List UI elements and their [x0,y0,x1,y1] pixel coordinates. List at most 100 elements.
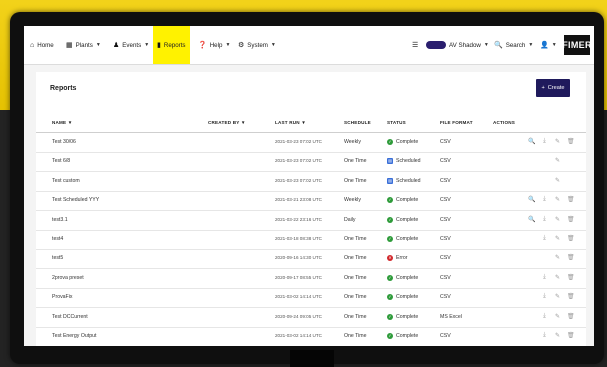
col-created-by[interactable]: CREATED BY ▼ [208,120,246,125]
download-icon[interactable]: ⤓ [541,138,548,145]
edit-icon[interactable]: ✎ [554,138,561,145]
nav-help[interactable]: ❓ Help ▼ [198,26,230,64]
file-format: CSV [440,158,451,165]
col-name[interactable]: NAME ▼ [52,120,73,125]
edit-icon[interactable]: ✎ [554,254,561,261]
status-badge: ▤ Scheduled [387,177,421,184]
download-icon[interactable]: ⤓ [541,235,548,242]
table-row[interactable]: Test custom 2021-03-23 07:02 UTC One Time ▤… [36,172,586,192]
table-row[interactable]: Test DCCurrent 2020-09-24 09:05 UTC One Ti… [36,308,586,328]
table-row[interactable]: Test 30/06 2021-03-23 07:02 UTC Weekly ✓ Com… [36,133,586,153]
table-row[interactable]: Test Scheduled YYY 2021-03-21 23:08 UTC We… [36,191,586,212]
nav-system[interactable]: ⚙ System ▼ [238,26,276,64]
edit-icon[interactable]: ✎ [554,177,561,184]
status-label: Error [396,255,408,262]
view-icon[interactable]: 🔍 [528,138,535,145]
view-icon[interactable]: 🔍 [528,216,535,223]
check-icon: ✓ [387,216,393,223]
edit-icon[interactable]: ✎ [554,216,561,223]
delete-icon[interactable]: 🗑 [567,313,575,320]
delete-icon[interactable]: 🗑 [567,274,575,281]
delete-icon[interactable]: 🗑 [567,254,575,261]
file-format: MS Excel [440,313,462,320]
page-title: Reports [50,85,77,92]
last-run: 2021-03-18 08:38 UTC [275,236,322,241]
delete-icon[interactable]: 🗑 [567,332,575,339]
edit-icon[interactable]: ✎ [554,196,561,203]
download-icon[interactable]: ⤓ [541,216,548,223]
last-run: 2021-03-22 23:16 UTC [275,216,322,222]
nav-plants[interactable]: ▦ Plants ▼ [66,26,101,64]
nav-events[interactable]: ♟ Events ▼ [113,26,149,64]
last-run: 2020-09-16 14:30 UTC [275,255,322,261]
download-icon[interactable]: ⤓ [541,313,548,320]
top-navigation: ⌂ Home ▦ Plants ▼ ♟ Events ▼ ▮ Reports ❓… [24,26,594,65]
edit-icon[interactable]: ✎ [554,235,561,242]
col-schedule: SCHEDULE [344,120,371,125]
file-format: CSV [440,255,451,262]
col-actions: ACTIONS [493,120,516,125]
download-icon[interactable]: ⤓ [541,293,548,300]
check-icon: ✓ [387,274,393,281]
edit-icon[interactable]: ✎ [554,332,561,339]
bell-icon: ♟ [113,42,120,49]
download-icon[interactable]: ⤓ [541,196,548,203]
status-label: Scheduled [396,177,421,184]
download-icon[interactable]: ⤓ [541,274,548,281]
schedule: One Time [344,333,367,339]
search-menu[interactable]: 🔍 Search ▼ [494,26,533,64]
edit-icon[interactable]: ✎ [554,293,561,300]
status-label: Complete [396,139,419,145]
delete-icon[interactable]: 🗑 [567,196,575,203]
download-icon[interactable]: ⤓ [541,332,548,339]
help-icon: ❓ [198,42,207,49]
brand-logo[interactable]: FIMER [562,35,591,55]
col-last-run[interactable]: LAST RUN ▼ [275,120,306,125]
calendar-icon: ▤ [387,177,393,184]
status-badge: ✓ Complete [387,313,418,320]
toggle-switch[interactable] [426,41,446,49]
user-menu[interactable]: AV Shadow ▼ [426,26,489,64]
row-actions: ⤓ ✎ 🗑 [528,313,574,320]
action-placeholder [528,157,535,164]
row-actions: ✎ [528,177,574,184]
table-row[interactable]: test4 2021-03-18 08:38 UTC One Time ✓ Comple… [36,230,586,250]
menu-button[interactable]: ☰ [412,26,418,64]
delete-icon[interactable]: 🗑 [567,235,575,242]
edit-icon[interactable]: ✎ [554,313,561,320]
edit-icon[interactable]: ✎ [554,157,561,164]
report-name: Test DCCurrent [52,313,88,320]
search-icon: 🔍 [494,42,503,49]
table-row[interactable]: test5 2020-09-16 14:30 UTC One Time ✕ Error C… [36,249,586,270]
table-row[interactable]: Test 6/8 2021-03-23 07:02 UTC One Time ▤ Sch… [36,152,586,173]
search-label: Search [505,41,526,49]
action-placeholder [541,177,548,184]
table-row[interactable]: test3.1 2021-03-22 23:16 UTC Daily ✓ Complet… [36,211,586,231]
user-icon: 👤 [540,42,549,49]
action-placeholder [528,254,535,261]
schedule: One Time [344,294,367,301]
delete-icon[interactable]: 🗑 [567,293,575,300]
edit-icon[interactable]: ✎ [554,274,561,281]
table-row[interactable]: Test Energy Output 2021-03-02 14:14 UTC On… [36,327,586,346]
chevron-down-icon: ▼ [483,42,489,48]
status-badge: ✓ Complete [387,274,418,281]
delete-icon[interactable]: 🗑 [567,216,575,223]
action-placeholder [528,313,535,320]
create-button[interactable]: + Create [536,79,570,97]
schedule: Weekly [344,139,361,145]
status-badge: ✓ Complete [387,139,418,145]
plus-icon: + [541,85,545,91]
delete-icon[interactable]: 🗑 [567,138,575,145]
check-icon: ✓ [387,197,393,204]
table-row[interactable]: 2prova preset 2020-09-17 08:55 UTC One Tim… [36,269,586,289]
nav-system-label: System [247,41,268,49]
action-placeholder [528,177,535,184]
nav-home[interactable]: ⌂ Home [30,26,54,64]
action-placeholder [528,274,535,281]
view-icon[interactable]: 🔍 [528,196,535,203]
profile-menu[interactable]: 👤 ▼ [540,26,557,64]
row-actions: 🔍 ⤓ ✎ 🗑 [528,196,575,203]
table-row[interactable]: ProvaFix 2021-03-02 14:14 UTC One Time ✓ Com… [36,288,586,309]
nav-reports[interactable]: ▮ Reports [153,26,190,64]
